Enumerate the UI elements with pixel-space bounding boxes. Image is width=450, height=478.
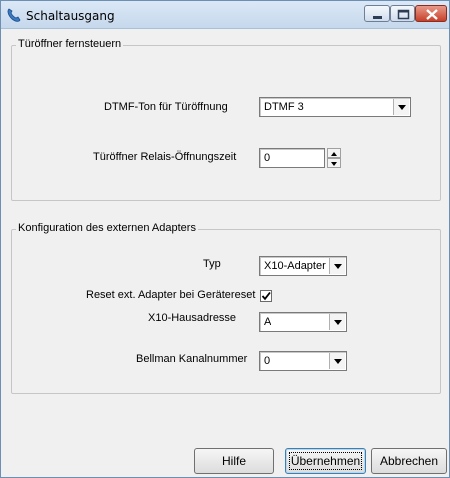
- apply-button[interactable]: Übernehmen: [285, 448, 366, 474]
- phone-icon: [6, 7, 22, 23]
- help-button[interactable]: Hilfe: [194, 448, 274, 474]
- dtmf-label: DTMF-Ton für Türöffnung: [104, 101, 228, 113]
- dtmf-select[interactable]: DTMF 3: [259, 97, 411, 117]
- maximize-button[interactable]: [390, 5, 415, 22]
- window-title: Schaltausgang: [26, 9, 115, 23]
- chevron-down-icon[interactable]: [393, 99, 409, 115]
- type-select[interactable]: X10-Adapter (: [259, 256, 347, 276]
- chevron-down-icon[interactable]: [329, 353, 345, 369]
- house-address-label: X10-Hausadresse: [148, 312, 237, 324]
- reset-adapter-label: Reset ext. Adapter bei Gerätereset: [86, 289, 256, 301]
- apply-button-label: Übernehmen: [290, 454, 361, 468]
- relay-time-label: Türöffner Relais-Öffnungszeit: [93, 151, 237, 163]
- checkmark-icon: [261, 291, 271, 301]
- spin-up-button[interactable]: [327, 148, 341, 158]
- type-select-value: X10-Adapter (: [264, 260, 330, 272]
- minimize-button[interactable]: [364, 5, 390, 22]
- cancel-button[interactable]: Abbrechen: [371, 448, 447, 474]
- reset-adapter-checkbox[interactable]: [260, 290, 272, 302]
- relay-time-value: 0: [264, 152, 271, 164]
- house-address-value: A: [264, 316, 272, 328]
- bellman-channel-value: 0: [264, 355, 271, 367]
- dtmf-select-value: DTMF 3: [264, 101, 304, 113]
- chevron-down-icon[interactable]: [329, 258, 345, 274]
- house-address-select[interactable]: A: [259, 312, 347, 332]
- relay-time-stepper[interactable]: [327, 148, 341, 168]
- close-button[interactable]: [415, 5, 447, 22]
- adapter-config-group-legend: Konfiguration des externen Adapters: [16, 222, 198, 234]
- type-label: Typ: [203, 258, 221, 270]
- chevron-down-icon[interactable]: [329, 314, 345, 330]
- bellman-channel-label: Bellman Kanalnummer: [136, 353, 248, 365]
- door-opener-group: Türöffner fernsteuern: [11, 38, 441, 201]
- door-opener-group-legend: Türöffner fernsteuern: [16, 38, 124, 50]
- bellman-channel-select[interactable]: 0: [259, 351, 347, 371]
- title-bar[interactable]: Schaltausgang: [1, 1, 449, 29]
- dialog-window: Schaltausgang Türöffner fernsteuern DTMF…: [0, 0, 450, 478]
- spin-down-button[interactable]: [327, 158, 341, 168]
- relay-time-input[interactable]: 0: [259, 148, 325, 168]
